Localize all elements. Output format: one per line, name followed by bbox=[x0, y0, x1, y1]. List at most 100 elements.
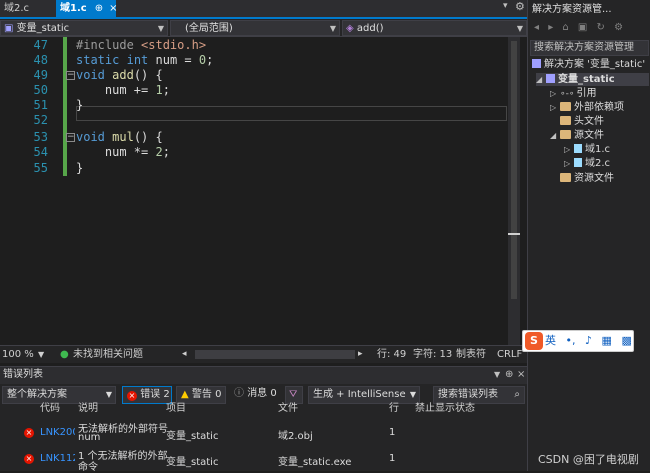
char-indicator[interactable]: 字符: 13 bbox=[413, 346, 452, 363]
error-list-title: 错误列表 bbox=[3, 369, 43, 380]
column-header-description[interactable]: 说明 bbox=[78, 401, 98, 417]
scroll-left-icon[interactable]: ◂ bbox=[182, 346, 187, 363]
current-line-highlight bbox=[76, 106, 507, 121]
error-code-link[interactable]: LNK2001 bbox=[40, 427, 75, 438]
pin-icon[interactable]: ⊕ bbox=[505, 367, 513, 383]
tab-file-2[interactable]: 域2.c bbox=[0, 0, 52, 17]
chevron-down-icon[interactable]: ▼ bbox=[38, 346, 44, 363]
code-line-51[interactable]: } bbox=[76, 98, 83, 113]
errors-filter-label: 错误 2 bbox=[140, 389, 170, 400]
line-ending[interactable]: CRLF bbox=[497, 346, 522, 363]
expanded-triangle-icon[interactable]: ◢ bbox=[550, 129, 560, 142]
line-number: 55 bbox=[33, 161, 48, 175]
table-row[interactable]: × LNK2001 无法解析的外部符号 num 变量_static 域2.obj… bbox=[0, 419, 527, 447]
expanded-triangle-icon[interactable]: ◢ bbox=[536, 73, 546, 86]
punctuation-icon[interactable]: •, bbox=[566, 334, 576, 347]
zoom-level[interactable]: 100 % bbox=[2, 346, 34, 363]
ime-toolbar[interactable]: S英 •, ♪ ▦ ▩ bbox=[522, 330, 634, 352]
code-line-53[interactable]: void mul() { bbox=[76, 130, 163, 145]
document-tab-bar: 域2.c 域1.c ⊕ × ▾ ⚙ bbox=[0, 0, 527, 19]
fold-toggle-icon[interactable]: − bbox=[66, 133, 75, 142]
issues-status[interactable]: 未找到相关问题 bbox=[73, 346, 143, 363]
pin-icon[interactable]: ⊕ bbox=[95, 3, 103, 14]
tree-item-label: 解决方案 '变量_static' bbox=[544, 59, 646, 70]
navigation-bar: ▣ 变量_static ▼ (全局范围) ▼ ◈ add() ▼ bbox=[0, 19, 527, 37]
watermark: CSDN @困了电视剧 bbox=[538, 453, 639, 466]
collapsed-triangle-icon[interactable]: ▷ bbox=[550, 87, 560, 100]
tree-item-references[interactable]: ▷ ∘-∘ 引用 bbox=[550, 87, 597, 101]
member-dropdown-value: add() bbox=[356, 23, 384, 34]
folder-icon bbox=[560, 102, 571, 111]
errors-filter-button[interactable]: × 错误 2 bbox=[122, 386, 172, 404]
indent-mode[interactable]: 制表符 bbox=[456, 346, 486, 363]
tree-item-file-2[interactable]: ▷ 域2.c bbox=[564, 157, 610, 170]
ime-language[interactable]: 英 bbox=[545, 334, 556, 347]
line-number: 48 bbox=[33, 53, 48, 67]
code-line-49[interactable]: void add() { bbox=[76, 68, 163, 83]
tree-item-external-deps[interactable]: ▷ 外部依赖项 bbox=[550, 101, 624, 114]
tree-item-label: 外部依赖项 bbox=[574, 102, 624, 113]
editor-vertical-scrollbar[interactable] bbox=[508, 37, 520, 345]
build-source-dropdown[interactable]: 生成 + IntelliSense ▼ bbox=[308, 386, 420, 404]
tree-item-source-files[interactable]: ◢ 源文件 bbox=[550, 129, 604, 142]
column-header-code[interactable]: 代码 bbox=[40, 401, 60, 417]
tree-item-project[interactable]: ◢ 变量_static bbox=[536, 73, 649, 86]
tree-item-resource-files[interactable]: 资源文件 bbox=[560, 172, 614, 185]
c-file-icon bbox=[574, 158, 582, 167]
editor-status-bar: 100 % ▼ ● 未找到相关问题 ◂ ▸ 行: 49 字符: 13 制表符 C… bbox=[0, 345, 527, 363]
scrollbar-thumb[interactable] bbox=[511, 41, 517, 299]
column-header-file[interactable]: 文件 bbox=[278, 401, 298, 417]
code-editor[interactable]: 47 48 49 50 51 52 53 54 55 − − #include … bbox=[0, 37, 519, 345]
folder-open-icon bbox=[560, 130, 571, 139]
messages-filter-button[interactable]: ⓘ 消息 0 bbox=[230, 386, 280, 404]
error-scope-value: 整个解决方案 bbox=[7, 389, 67, 400]
tab-file-1[interactable]: 域1.c ⊕ × bbox=[56, 0, 117, 17]
code-line-54[interactable]: num *= 2; bbox=[76, 145, 170, 160]
collapsed-triangle-icon[interactable]: ▷ bbox=[564, 143, 574, 156]
scroll-right-icon[interactable]: ▸ bbox=[358, 346, 363, 363]
solution-search-input[interactable]: 搜索解决方案资源管理 bbox=[530, 40, 649, 56]
project-dropdown[interactable]: ▣ 变量_static ▼ bbox=[0, 20, 168, 36]
scope-dropdown[interactable]: (全局范围) ▼ bbox=[170, 20, 340, 36]
close-icon[interactable]: × bbox=[517, 367, 525, 383]
error-code-link[interactable]: LNK1120 bbox=[40, 453, 75, 464]
column-header-project[interactable]: 项目 bbox=[166, 401, 186, 417]
line-number: 54 bbox=[33, 145, 48, 159]
tree-item-label: 域2.c bbox=[585, 158, 611, 169]
keyboard-icon[interactable]: ▦ bbox=[602, 334, 612, 347]
member-dropdown[interactable]: ◈ add() ▼ bbox=[342, 20, 527, 36]
tab-overflow-icon[interactable]: ▾ bbox=[503, 1, 508, 11]
microphone-icon[interactable]: ♪ bbox=[585, 334, 592, 347]
collapsed-triangle-icon[interactable]: ▷ bbox=[564, 157, 574, 170]
code-line-55[interactable]: } bbox=[76, 161, 83, 176]
editor-horizontal-scrollbar[interactable] bbox=[195, 350, 355, 359]
solution-icon bbox=[532, 59, 541, 68]
collapsed-triangle-icon[interactable]: ▷ bbox=[550, 101, 560, 114]
chevron-down-icon[interactable]: ▼ bbox=[494, 367, 500, 383]
solution-explorer-toolbar[interactable]: ◂ ▸ ⌂ ▣ ↻ ⚙ bbox=[528, 22, 650, 39]
error-search-placeholder: 搜索错误列表 bbox=[438, 389, 498, 400]
close-icon[interactable]: × bbox=[109, 3, 117, 14]
tree-item-file-1[interactable]: ▷ 域1.c bbox=[564, 143, 610, 156]
table-row[interactable]: × LNK1120 1 个无法解析的外部 命令 变量_static 变量_sta… bbox=[0, 447, 527, 473]
caret-position-marker bbox=[508, 233, 520, 235]
column-header-suppression[interactable]: 禁止显示状态 bbox=[415, 401, 475, 417]
fold-toggle-icon[interactable]: − bbox=[66, 71, 75, 80]
tree-item-solution[interactable]: 解决方案 '变量_static' bbox=[532, 58, 645, 71]
search-icon: ⌕ bbox=[514, 389, 520, 400]
line-indicator[interactable]: 行: 49 bbox=[377, 346, 406, 363]
code-line-47[interactable]: #include <stdio.h> bbox=[76, 38, 206, 53]
ime-logo[interactable]: S bbox=[525, 332, 543, 350]
solution-explorer: 解决方案资源管... ◂ ▸ ⌂ ▣ ↻ ⚙ 搜索解决方案资源管理 解决方案 '… bbox=[527, 0, 650, 471]
grid-icon[interactable]: ▩ bbox=[621, 334, 631, 347]
column-header-line[interactable]: 行 bbox=[389, 401, 399, 417]
tree-item-label: 域1.c bbox=[585, 144, 611, 155]
settings-icon[interactable]: ⚙ bbox=[515, 0, 525, 13]
tree-item-header-files[interactable]: 头文件 bbox=[560, 115, 604, 128]
code-line-50[interactable]: num += 1; bbox=[76, 83, 170, 98]
error-description: num bbox=[78, 432, 101, 443]
warnings-filter-label: 警告 0 bbox=[191, 389, 222, 400]
tree-item-label: 源文件 bbox=[574, 130, 604, 141]
line-number: 53 bbox=[33, 130, 48, 144]
code-line-48[interactable]: static int num = 0; bbox=[76, 53, 213, 68]
